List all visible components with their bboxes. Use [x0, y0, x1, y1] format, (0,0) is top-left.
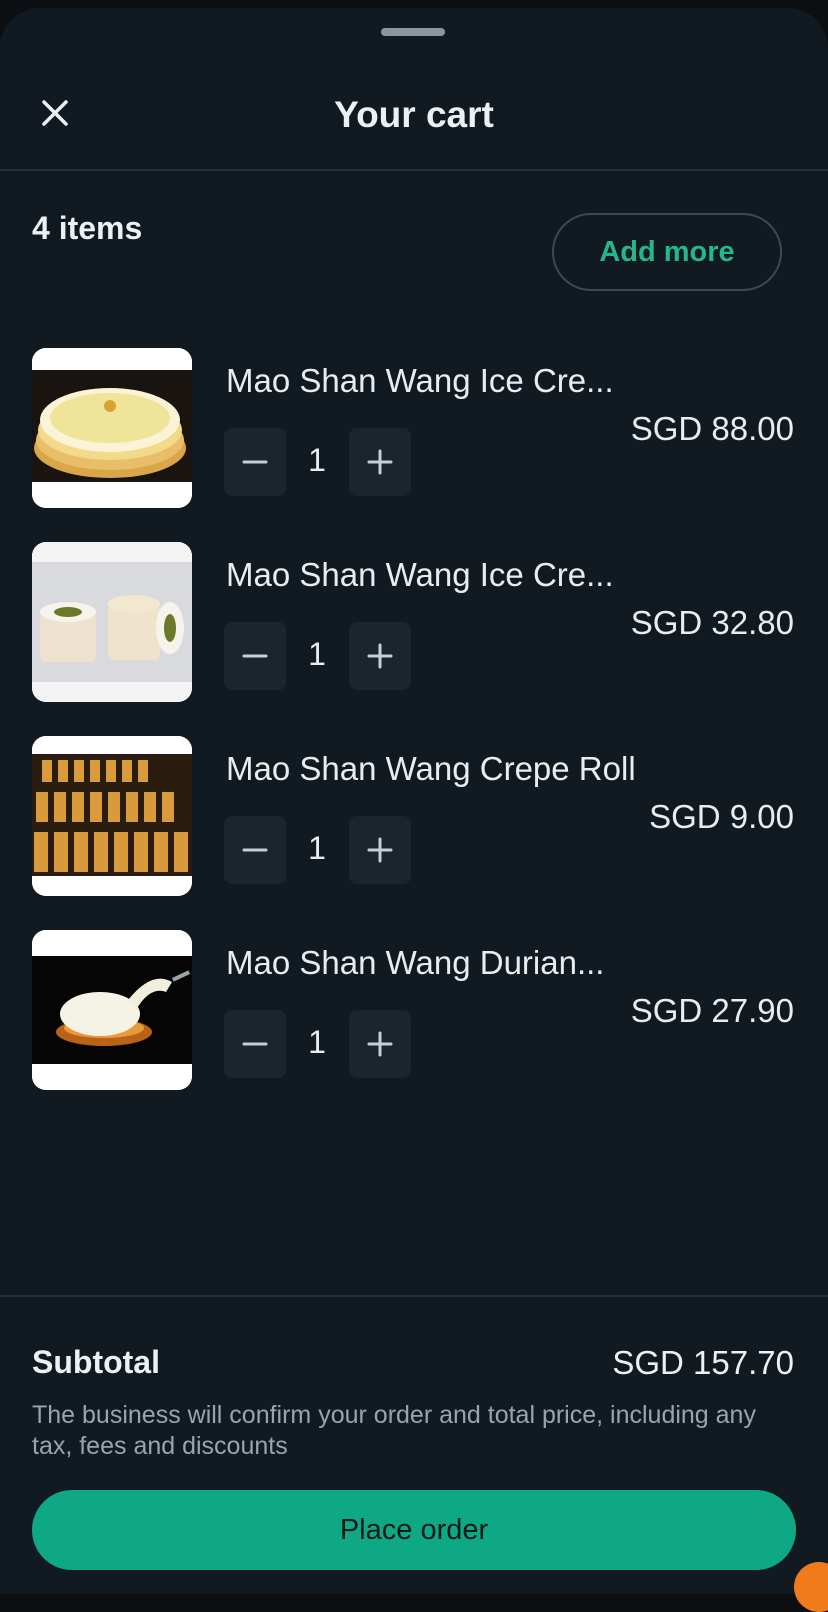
plus-icon	[367, 837, 393, 863]
cart-sheet: Your cart 4 items Add more Mao Shan Wang…	[0, 8, 828, 1594]
place-order-button[interactable]: Place order	[32, 1490, 796, 1570]
header-divider	[0, 169, 828, 171]
item-price: SGD 32.80	[630, 604, 794, 641]
decrease-quantity-button[interactable]	[224, 622, 286, 690]
decrease-quantity-button[interactable]	[224, 428, 286, 496]
minus-icon	[242, 654, 268, 658]
item-price: SGD 9.00	[649, 798, 794, 835]
items-count: 4 items	[32, 210, 143, 246]
minus-icon	[242, 1042, 268, 1046]
quantity-value: 1	[308, 636, 326, 672]
decrease-quantity-button[interactable]	[224, 816, 286, 884]
item-name: Mao Shan Wang Ice Cre...	[226, 362, 614, 399]
plus-icon	[367, 643, 393, 669]
increase-quantity-button[interactable]	[349, 1010, 411, 1078]
item-image-crepe-rolls-tray[interactable]	[32, 736, 192, 896]
item-price: SGD 88.00	[630, 410, 794, 447]
item-price: SGD 27.90	[630, 992, 794, 1029]
footer-divider	[0, 1295, 828, 1297]
cart-item: Mao Shan Wang Ice Cre... SGD 88.00 1	[0, 348, 828, 513]
item-image-durian-mochi[interactable]	[32, 930, 192, 1090]
item-name: Mao Shan Wang Durian...	[226, 944, 605, 981]
minus-icon	[242, 460, 268, 464]
subtotal-value: SGD 157.70	[612, 1344, 794, 1381]
quantity-value: 1	[308, 1024, 326, 1060]
plus-icon	[367, 1031, 393, 1057]
quantity-value: 1	[308, 442, 326, 478]
decrease-quantity-button[interactable]	[224, 1010, 286, 1078]
cart-item: Mao Shan Wang Crepe Roll SGD 9.00 1	[0, 736, 828, 901]
item-name: Mao Shan Wang Ice Cre...	[226, 556, 614, 593]
plus-icon	[367, 449, 393, 475]
order-disclaimer: The business will confirm your order and…	[32, 1401, 756, 1460]
page-title: Your cart	[334, 94, 494, 135]
increase-quantity-button[interactable]	[349, 428, 411, 496]
minus-icon	[242, 848, 268, 852]
item-image-ice-cream-tubs[interactable]	[32, 542, 192, 702]
cart-item: Mao Shan Wang Durian... SGD 27.90 1	[0, 930, 828, 1095]
increase-quantity-button[interactable]	[349, 816, 411, 884]
drag-handle[interactable]	[381, 28, 445, 36]
add-more-button[interactable]: Add more	[552, 213, 782, 291]
item-name: Mao Shan Wang Crepe Roll	[226, 750, 636, 787]
subtotal-label: Subtotal	[32, 1344, 160, 1380]
quantity-value: 1	[308, 830, 326, 866]
cart-item: Mao Shan Wang Ice Cre... SGD 32.80 1	[0, 542, 828, 707]
increase-quantity-button[interactable]	[349, 622, 411, 690]
item-image-durian-crepe-cake[interactable]	[32, 348, 192, 508]
